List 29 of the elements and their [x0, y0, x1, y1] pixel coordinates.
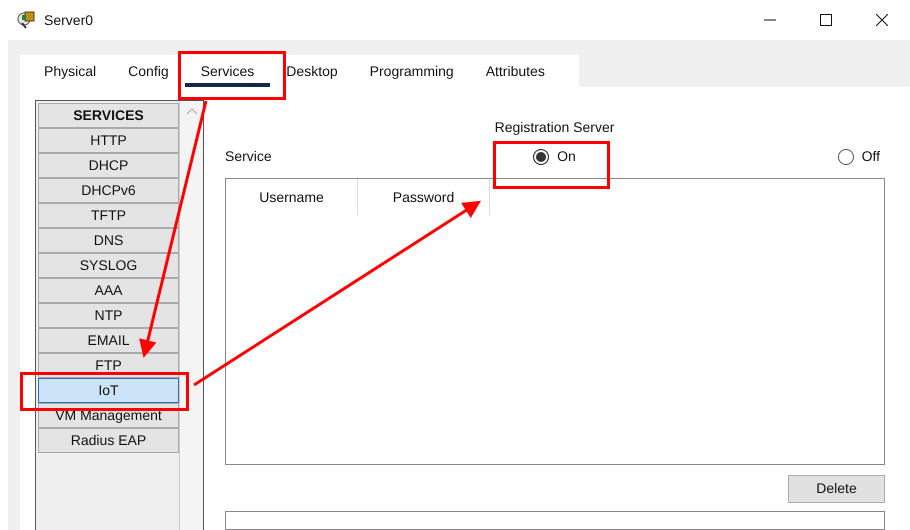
- service-item[interactable]: DNS: [38, 228, 179, 253]
- panel-title: Registration Server: [494, 118, 616, 135]
- tab[interactable]: Programming: [354, 55, 470, 87]
- radio-button[interactable]: Off: [838, 146, 880, 168]
- tab[interactable]: Desktop: [270, 55, 354, 87]
- tab[interactable]: Physical: [28, 55, 112, 87]
- service-item[interactable]: DHCPv6: [38, 178, 179, 203]
- service-item[interactable]: TFTP: [38, 203, 179, 228]
- list-header: SERVICES: [38, 103, 179, 128]
- maximize-icon: [820, 14, 832, 26]
- server-icon: [17, 10, 37, 30]
- service-label: Service: [225, 147, 272, 166]
- service-item[interactable]: EMAIL: [38, 328, 179, 353]
- service-item[interactable]: Radius EAP: [38, 428, 179, 453]
- scroll-up-icon[interactable]: [186, 107, 198, 115]
- radio-button[interactable]: On: [533, 146, 576, 168]
- service-item[interactable]: HTTP: [38, 128, 179, 153]
- column-header: Password: [358, 179, 490, 216]
- service-item[interactable]: AAA: [38, 278, 179, 303]
- service-item[interactable]: IoT: [38, 378, 179, 403]
- column-header: Username: [226, 179, 358, 216]
- tab[interactable]: Config: [112, 55, 185, 87]
- service-item[interactable]: NTP: [38, 303, 179, 328]
- service-item[interactable]: DHCP: [38, 153, 179, 178]
- delete-button[interactable]: Delete: [788, 474, 885, 503]
- close-icon: [876, 14, 888, 26]
- service-item[interactable]: SYSLOG: [38, 253, 179, 278]
- window-title: Server0: [44, 10, 94, 30]
- tab[interactable]: Attributes: [470, 55, 561, 87]
